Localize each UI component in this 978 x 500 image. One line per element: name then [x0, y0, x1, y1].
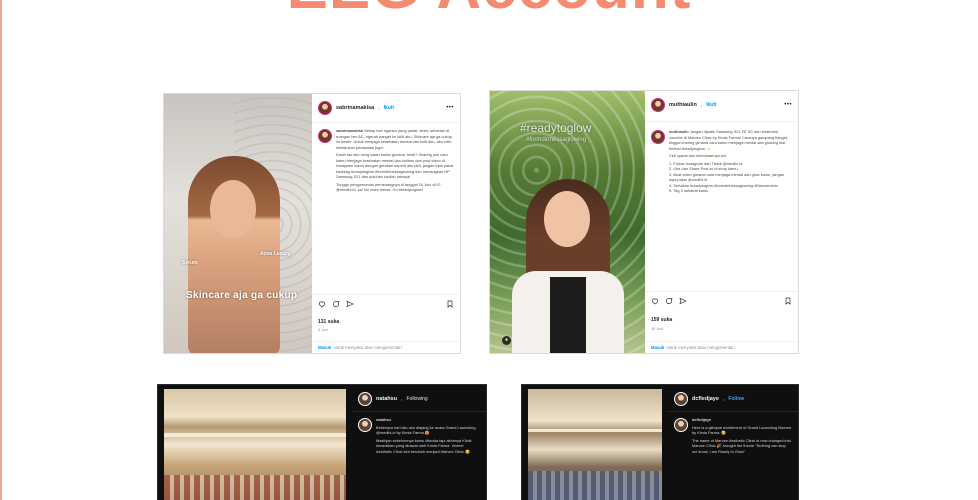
instagram-post-card: #readytoglow #formdirtnessaglowing ● mut… — [489, 90, 799, 354]
caption-author[interactable]: natahsu — [376, 417, 391, 422]
login-text: untuk menyukai atau mengomentari. — [666, 345, 736, 350]
post-header: sabrinamakisa • Ikuti ••• — [318, 100, 454, 116]
like-count[interactable]: 131 suka — [318, 319, 339, 325]
caption-text: Cek syarat dan ketentuannya ya!: — [669, 153, 727, 158]
caption-text: Tunggu pengumuman pemenangnya di tanggal… — [336, 181, 441, 193]
video-overlay-right-label: Acne Luxury — [260, 251, 291, 257]
share-icon[interactable] — [679, 297, 687, 305]
post-caption: natahsu Beberapa hari lalu aku diajang k… — [358, 417, 480, 500]
avatar[interactable] — [318, 101, 332, 115]
caption-text: Here is a glimpse excitement of Grand La… — [692, 424, 792, 436]
post-media-video[interactable]: Serum Acne Luxury Skincare aja ga cukup — [164, 94, 312, 353]
instagram-post-card: natahsu • Following natahsu Beberapa har… — [157, 384, 487, 500]
username[interactable]: sabrinamakisa — [336, 105, 374, 111]
login-link[interactable]: Masuk — [651, 345, 664, 350]
separator: • — [401, 396, 403, 402]
username[interactable]: natahsu — [376, 396, 397, 402]
avatar[interactable] — [318, 129, 332, 143]
caption-author[interactable]: dcfledjaye — [692, 417, 711, 422]
username[interactable]: dcfledjaye — [692, 396, 719, 402]
post-date[interactable]: 6 Juni — [318, 328, 328, 332]
follow-button[interactable]: Ikuti — [384, 105, 394, 111]
post-header: muthiaulin • Ikuti ••• — [651, 97, 792, 113]
left-border — [0, 0, 2, 500]
post-caption: dcfledjaye Here is a glimpse excitement … — [674, 417, 792, 500]
post-header: dcfledjaye • Follow — [674, 391, 792, 407]
video-overlay-left-label: Serum — [182, 260, 198, 266]
avatar[interactable] — [358, 418, 372, 432]
avatar[interactable] — [674, 418, 688, 432]
login-prompt: Masuk untuk menyukai atau mengomentari. — [312, 341, 460, 353]
instagram-post-card: dcfledjaye • Follow dcfledjaye Here is a… — [521, 384, 799, 500]
more-options-icon[interactable]: ••• — [784, 102, 792, 108]
like-count[interactable]: 159 suka — [651, 317, 672, 323]
caption-text: 3. Buat video gimana cara menjaga mental… — [669, 171, 785, 183]
video-overlay-subtitle: #formdirtnessaglowing — [526, 137, 587, 143]
post-caption: sabrinamakisa Setiap hari ngantor yang p… — [318, 128, 454, 298]
separator: • — [378, 105, 380, 111]
comment-icon[interactable] — [332, 300, 340, 308]
avatar[interactable] — [358, 392, 372, 406]
separator: • — [722, 396, 725, 402]
following-button[interactable]: Following — [407, 396, 428, 402]
person-tag-icon[interactable]: ● — [502, 336, 511, 345]
instagram-post-card: Serum Acne Luxury Skincare aja ga cukup … — [163, 93, 461, 354]
comment-icon[interactable] — [665, 297, 673, 305]
caption-text: Kasih tau aku dong kalau kalian gimana, … — [336, 152, 454, 179]
heart-icon[interactable] — [651, 297, 659, 305]
username[interactable]: muthiaulin — [669, 102, 697, 108]
video-overlay-caption: Skincare aja ga cukup — [186, 290, 298, 301]
follow-button[interactable]: Ikuti — [706, 102, 716, 108]
separator: • — [700, 102, 703, 108]
login-prompt: Masuk untuk menyukai atau mengomentari. — [645, 341, 798, 353]
avatar[interactable] — [651, 130, 665, 144]
post-media-video[interactable]: #readytoglow #formdirtnessaglowing ● — [490, 91, 645, 353]
post-caption: muthiaulin Jangan dipatin Samsung S21 FE… — [651, 129, 792, 287]
caption-author[interactable]: muthiaulin — [669, 129, 689, 134]
avatar[interactable] — [674, 392, 688, 406]
share-icon[interactable] — [346, 300, 354, 308]
post-media-video[interactable] — [164, 389, 346, 500]
login-link[interactable]: Masuk — [318, 345, 331, 350]
post-date[interactable]: 16 Juni — [651, 327, 663, 331]
follow-button[interactable]: Follow — [728, 396, 744, 402]
bookmark-icon[interactable] — [784, 297, 792, 305]
heart-icon[interactable] — [318, 300, 326, 308]
caption-text: Beberapa hari lalu aku diajang ke acara … — [376, 424, 476, 436]
post-header: natahsu • Following — [358, 391, 480, 407]
login-text: untuk menyukai atau mengomentari. — [333, 345, 403, 350]
caption-text: The name of Marvee Aesthetic Clinic is n… — [692, 437, 791, 454]
caption-author[interactable]: sabrinamakisa — [336, 128, 363, 133]
caption-text: Masihjan sebelumnya kamu ditanda tapi ak… — [376, 437, 472, 454]
video-overlay-caption: #readytoglow — [520, 121, 592, 135]
caption-text: 5. Tag 3 sahabat kamu — [669, 188, 709, 193]
bookmark-icon[interactable] — [446, 300, 454, 308]
more-options-icon[interactable]: ••• — [446, 105, 454, 111]
page-heading: EEG Account — [0, 0, 978, 19]
post-media-video[interactable] — [528, 389, 662, 500]
avatar[interactable] — [651, 98, 665, 112]
